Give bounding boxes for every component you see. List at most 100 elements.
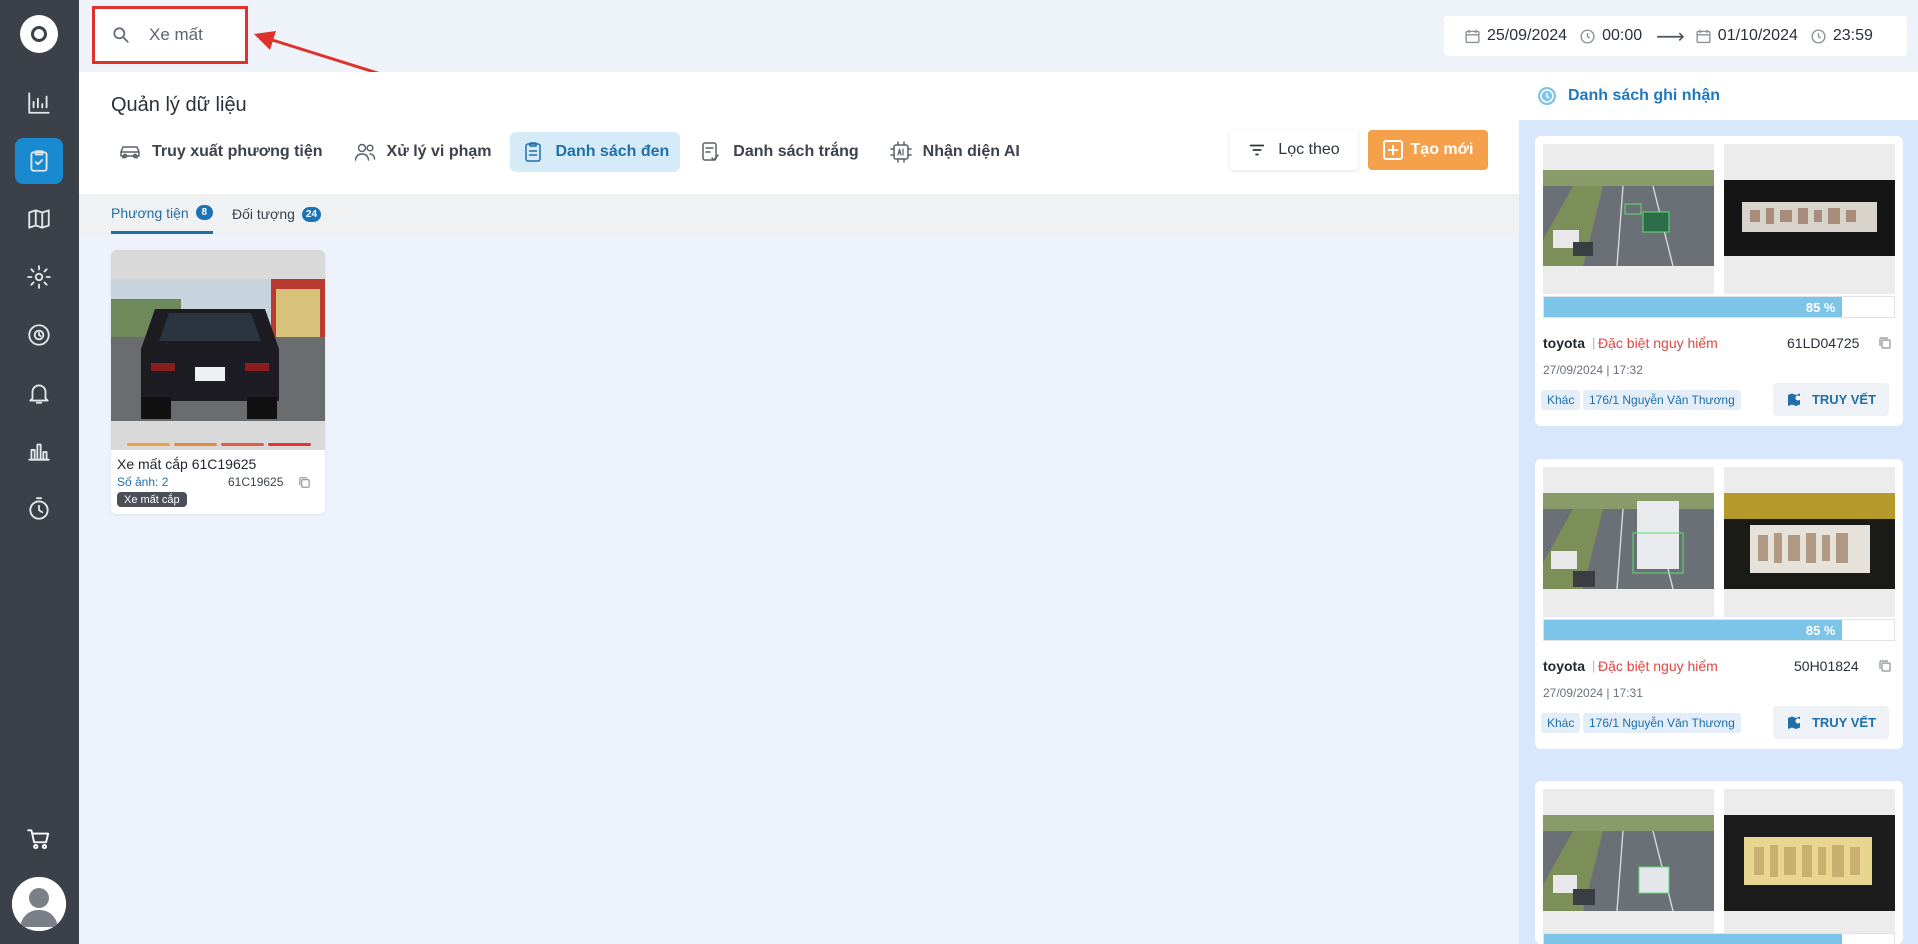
copy-icon[interactable] — [1878, 336, 1892, 350]
count-badge: 8 — [195, 205, 213, 220]
timer-stopwatch-icon[interactable] — [15, 486, 63, 532]
danger-level: Đặc biệt nguy hiểm — [1598, 335, 1718, 351]
calendar-icon — [1465, 29, 1480, 43]
license-plate: 50H01824 — [1794, 658, 1859, 674]
settings-gear-icon[interactable] — [15, 254, 63, 300]
vehicle-card-title: Xe mất cắp 61C19625 — [117, 456, 257, 472]
detection-card[interactable]: 85 % toyota | Đặc biệt nguy hiểm 61LD047… — [1535, 136, 1903, 426]
category-chip: Khác — [1541, 390, 1581, 410]
subtab-label: Đối tượng — [232, 206, 295, 222]
subtab-subjects[interactable]: Đối tượng 24 — [232, 194, 322, 234]
main-content: Quản lý dữ liệu Truy xuất phương tiện Xử… — [79, 72, 1519, 944]
location-chip: 176/1 Nguyễn Văn Thương — [1583, 713, 1741, 733]
category-tag: Xe mất cắp — [117, 492, 187, 507]
clipboard-icon — [525, 142, 542, 162]
location-chip: 176/1 Nguyễn Văn Thương — [1583, 390, 1741, 410]
filter-button[interactable]: Lọc theo — [1230, 130, 1358, 170]
confidence-fill: 85 % — [1544, 297, 1842, 317]
start-date[interactable]: 25/09/2024 — [1487, 27, 1567, 45]
trace-label: TRUY VẾT — [1811, 392, 1877, 407]
vehicle-photo — [111, 250, 325, 450]
confidence-label: 85 % — [1805, 299, 1836, 315]
plate-crop-image — [1724, 789, 1895, 944]
tab-whitelist[interactable]: Danh sách trắng — [688, 132, 869, 172]
car-icon — [120, 146, 140, 159]
scene-image — [1543, 144, 1714, 294]
category-chip: Khác — [1541, 713, 1581, 733]
tab-vehicle-lookup[interactable]: Truy xuất phương tiện — [107, 132, 334, 172]
confidence-fill — [1544, 934, 1842, 944]
confidence-bar — [1543, 933, 1895, 944]
status-segment — [127, 443, 170, 446]
tab-label: Danh sách đen — [555, 143, 670, 160]
end-date[interactable]: 01/10/2024 — [1718, 27, 1798, 45]
copy-icon[interactable] — [298, 476, 311, 489]
main-header: Quản lý dữ liệu Truy xuất phương tiện Xử… — [79, 72, 1519, 194]
calendar-icon — [1696, 29, 1711, 43]
tab-label: Xử lý vi phạm — [386, 143, 492, 160]
tab-violations[interactable]: Xử lý vi phạm — [342, 132, 503, 172]
checklist-icon — [702, 142, 720, 161]
end-time[interactable]: 23:59 — [1833, 27, 1873, 45]
clock-icon — [1811, 28, 1826, 44]
vehicle-card[interactable]: Xe mất cắp 61C19625 Số ảnh: 2 61C19625 X… — [111, 250, 325, 514]
confidence-fill: 85 % — [1544, 620, 1842, 640]
notification-bell-icon[interactable] — [15, 370, 63, 416]
start-time[interactable]: 00:00 — [1602, 27, 1642, 45]
map-icon[interactable] — [15, 196, 63, 242]
copy-icon[interactable] — [1878, 659, 1892, 673]
dashboard-chart-icon[interactable] — [15, 80, 63, 126]
users-icon — [354, 143, 375, 161]
danger-level: Đặc biệt nguy hiểm — [1598, 658, 1718, 674]
create-label: Tạo mới — [1410, 141, 1474, 158]
search-icon — [113, 27, 129, 43]
tab-label: Nhận diện AI — [922, 143, 1020, 160]
capture-time: 27/09/2024 | 17:31 — [1543, 686, 1643, 700]
page-title: Quản lý dữ liệu — [111, 94, 247, 116]
module-tabs: Truy xuất phương tiện Xử lý vi phạm Danh… — [107, 132, 1039, 172]
date-range-picker[interactable]: 25/09/2024 00:00 ⟶ 01/10/2024 23:59 — [1444, 16, 1907, 56]
history-clock-icon[interactable] — [15, 312, 63, 358]
scene-image — [1543, 467, 1714, 617]
plate-crop-image — [1724, 144, 1895, 294]
trace-button[interactable]: TRUY VẾT — [1773, 706, 1889, 739]
status-segments — [127, 443, 315, 446]
tab-label: Danh sách trắng — [733, 143, 859, 160]
plate-crop-image — [1724, 467, 1895, 617]
photo-count: Số ảnh: 2 — [117, 475, 169, 489]
status-segment — [268, 443, 311, 446]
data-management-clipboard-icon[interactable] — [15, 138, 63, 184]
license-plate: 61C19625 — [228, 475, 284, 489]
filter-icon — [1250, 144, 1265, 156]
subtab-bar: Phương tiện 8 Đối tượng 24 — [79, 194, 1519, 234]
detection-card[interactable]: 85 % toyota | Đặc biệt nguy hiểm 50H0182… — [1535, 459, 1903, 749]
tab-blacklist[interactable]: Danh sách đen — [510, 132, 681, 172]
clock-icon — [1580, 28, 1595, 44]
status-segment — [221, 443, 264, 446]
map-pin-icon — [1787, 716, 1801, 729]
create-new-button[interactable]: Tạo mới — [1368, 130, 1488, 170]
search-box[interactable] — [92, 6, 248, 64]
trace-button[interactable]: TRUY VẾT — [1773, 383, 1889, 416]
detection-card[interactable] — [1535, 781, 1903, 944]
separator: | — [1592, 335, 1596, 350]
tab-label: Truy xuất phương tiện — [152, 143, 323, 160]
scene-image — [1543, 789, 1714, 944]
confidence-bar: 85 % — [1543, 296, 1895, 318]
subtab-vehicles[interactable]: Phương tiện 8 — [111, 194, 213, 234]
range-arrow: ⟶ — [1656, 25, 1685, 48]
panel-title: Danh sách ghi nhận — [1568, 87, 1721, 104]
tab-ai-recognition[interactable]: Nhận diện AI — [878, 132, 1031, 172]
filter-label: Lọc theo — [1278, 141, 1340, 158]
separator: | — [1592, 658, 1596, 673]
map-pin-icon — [1787, 393, 1801, 406]
detection-list-panel: Danh sách ghi nhận 85 % toyota | Đặc biệ… — [1519, 72, 1918, 944]
shopping-cart-icon[interactable] — [15, 816, 63, 862]
app-logo-icon[interactable] — [20, 15, 58, 53]
search-input[interactable] — [149, 25, 239, 45]
vehicle-brand: toyota — [1543, 335, 1585, 351]
vehicle-brand: toyota — [1543, 658, 1585, 674]
statistics-bar-icon[interactable] — [15, 428, 63, 474]
confidence-label: 85 % — [1805, 622, 1836, 638]
user-avatar[interactable] — [12, 877, 66, 931]
